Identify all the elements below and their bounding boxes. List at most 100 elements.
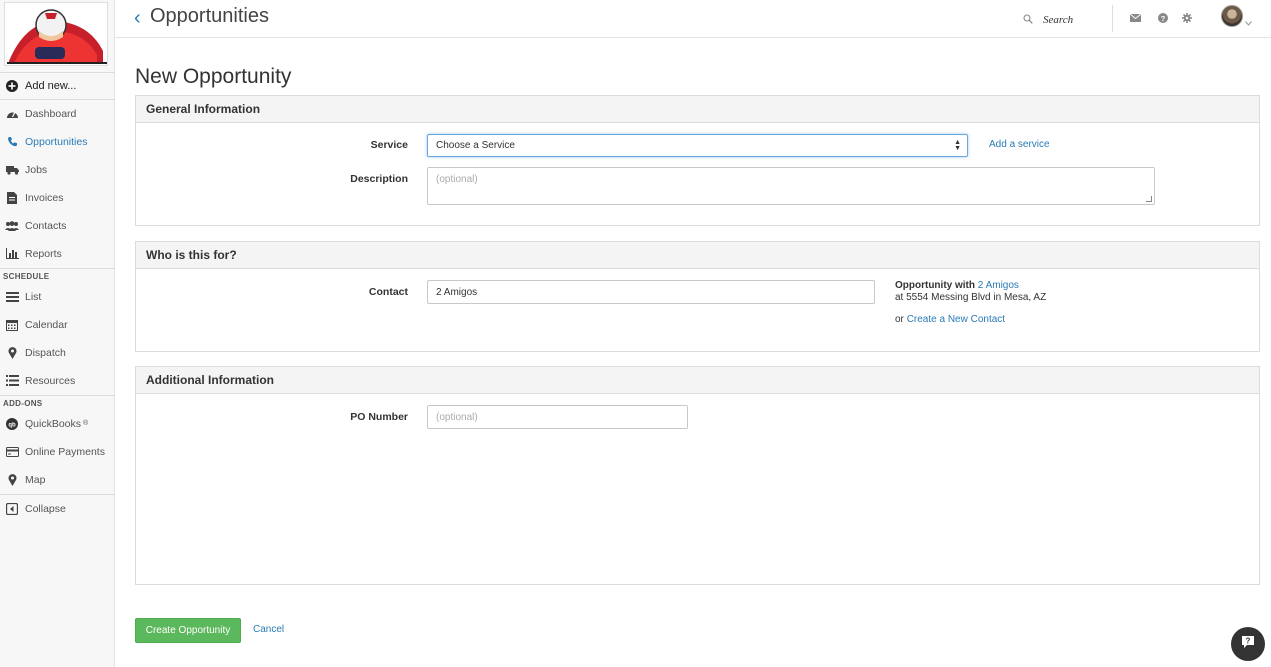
sidebar-collapse-label: Collapse — [25, 502, 66, 515]
resources-icon — [5, 374, 19, 388]
svg-text:?: ? — [1161, 14, 1166, 23]
map-pin-icon — [5, 473, 19, 487]
contact-label: Contact — [368, 286, 408, 298]
bar-chart-icon — [5, 247, 19, 261]
contact-link[interactable]: 2 Amigos — [978, 280, 1019, 291]
sidebar-add-new[interactable]: Add new... — [0, 72, 115, 100]
chevron-down-icon[interactable] — [1245, 13, 1252, 31]
sidebar-item-label: Resources — [25, 374, 76, 387]
invoice-icon — [5, 191, 19, 205]
service-label: Service — [370, 139, 408, 151]
create-new-contact-link[interactable]: Create a New Contact — [907, 314, 1005, 325]
description-label: Description — [350, 173, 408, 185]
gear-icon[interactable] — [1180, 11, 1194, 25]
svg-text:?: ? — [1246, 636, 1251, 645]
mail-icon[interactable] — [1128, 11, 1142, 25]
credit-card-icon — [5, 445, 19, 459]
po-number-placeholder: (optional) — [436, 411, 478, 423]
sidebar-section-addons: ADD-ONS — [0, 395, 115, 410]
calendar-icon — [5, 318, 19, 332]
service-select-value: Choose a Service — [436, 140, 515, 151]
search-box[interactable]: Search — [1023, 11, 1073, 29]
company-logo[interactable] — [4, 2, 108, 66]
page-title: Opportunities — [150, 5, 269, 27]
sidebar-item-label: Map — [25, 473, 46, 486]
sidebar-item-contacts[interactable]: Contacts — [0, 212, 115, 240]
sidebar-item-label: Jobs — [25, 163, 48, 176]
create-contact-line: or Create a New Contact — [895, 314, 1005, 326]
sidebar-item-label: Dispatch — [25, 346, 66, 359]
sidebar-item-label: Dashboard — [25, 107, 77, 120]
sidebar-item-label: Online Payments — [25, 445, 105, 458]
registered-mark: ® — [83, 420, 89, 427]
sidebar-item-label: QuickBooks — [25, 417, 82, 430]
sidebar-item-quickbooks[interactable]: qb QuickBooks ® — [0, 410, 115, 438]
sidebar: Add new... Dashboard Opportunities Jobs — [0, 0, 115, 667]
sidebar-collapse[interactable]: Collapse — [0, 495, 115, 523]
truck-icon — [5, 163, 19, 177]
dashboard-icon — [5, 107, 19, 121]
quickbooks-icon: qb — [5, 417, 19, 431]
sidebar-item-label: Calendar — [25, 318, 68, 331]
sidebar-add-new-label: Add new... — [25, 80, 77, 92]
general-information-panel: General Information Service Choose a Ser… — [135, 95, 1260, 226]
sidebar-item-dispatch[interactable]: Dispatch — [0, 339, 115, 367]
panel-title: Who is this for? — [136, 242, 1259, 269]
add-service-link[interactable]: Add a service — [989, 139, 1050, 150]
search-icon — [1023, 11, 1033, 29]
sidebar-item-label: Contacts — [25, 219, 67, 232]
cancel-link[interactable]: Cancel — [253, 624, 284, 635]
panel-title: General Information — [136, 96, 1259, 123]
sidebar-item-calendar[interactable]: Calendar — [0, 311, 115, 339]
svg-text:qb: qb — [8, 422, 16, 428]
phone-icon — [5, 135, 19, 149]
service-select[interactable]: Choose a Service ▲ ▼ — [427, 134, 968, 157]
page-heading: New Opportunity — [135, 65, 292, 88]
contacts-icon — [5, 219, 19, 233]
sidebar-item-list[interactable]: List — [0, 283, 115, 311]
resize-handle-icon[interactable] — [1146, 196, 1152, 202]
sidebar-item-online-payments[interactable]: Online Payments — [0, 438, 115, 466]
po-number-input[interactable]: (optional) — [427, 405, 688, 429]
user-avatar[interactable] — [1221, 5, 1243, 27]
sidebar-item-label: Opportunities — [25, 135, 88, 148]
opportunity-with-label: Opportunity with — [895, 280, 975, 291]
sidebar-item-opportunities[interactable]: Opportunities — [0, 128, 115, 156]
contact-input[interactable]: 2 Amigos — [427, 280, 875, 304]
contact-info: Opportunity with 2 Amigos at 5554 Messin… — [895, 280, 1046, 304]
collapse-icon — [5, 502, 19, 516]
sidebar-item-reports[interactable]: Reports — [0, 240, 115, 268]
create-opportunity-button[interactable]: Create Opportunity — [135, 618, 241, 643]
sidebar-item-label: List — [25, 290, 42, 303]
sidebar-item-map[interactable]: Map — [0, 466, 115, 494]
header-divider — [1112, 5, 1113, 32]
sidebar-section-schedule: SCHEDULE — [0, 268, 115, 283]
or-text: or — [895, 314, 904, 325]
sidebar-nav: Add new... Dashboard Opportunities Jobs — [0, 72, 115, 523]
app: Add new... Dashboard Opportunities Jobs — [0, 0, 1271, 667]
help-chat-button[interactable]: ? — [1231, 627, 1265, 661]
panel-title: Additional Information — [136, 367, 1259, 394]
sidebar-item-dashboard[interactable]: Dashboard — [0, 100, 115, 128]
help-icon[interactable]: ? — [1156, 11, 1170, 25]
select-arrows-icon: ▲ ▼ — [954, 139, 961, 152]
sidebar-item-label: Reports — [25, 247, 62, 260]
sidebar-item-invoices[interactable]: Invoices — [0, 184, 115, 212]
description-textarea[interactable]: (optional) — [427, 167, 1155, 205]
who-is-this-for-panel: Who is this for? Contact 2 Amigos Opport… — [135, 241, 1260, 352]
chat-question-icon: ? — [1240, 634, 1256, 655]
additional-information-panel: Additional Information PO Number (option… — [135, 366, 1260, 585]
search-label: Search — [1043, 14, 1074, 26]
map-pin-icon — [5, 346, 19, 360]
contact-input-value: 2 Amigos — [436, 286, 478, 298]
po-number-label: PO Number — [350, 411, 408, 423]
top-header: ‹ Opportunities Search ? — [115, 0, 1271, 38]
plus-circle-icon — [5, 79, 19, 93]
back-button[interactable]: ‹ — [134, 8, 141, 28]
sidebar-item-label: Invoices — [25, 191, 64, 204]
contact-address: at 5554 Messing Blvd in Mesa, AZ — [895, 292, 1047, 303]
description-placeholder: (optional) — [436, 174, 478, 185]
sidebar-item-resources[interactable]: Resources — [0, 367, 115, 395]
list-icon — [5, 290, 19, 304]
sidebar-item-jobs[interactable]: Jobs — [0, 156, 115, 184]
